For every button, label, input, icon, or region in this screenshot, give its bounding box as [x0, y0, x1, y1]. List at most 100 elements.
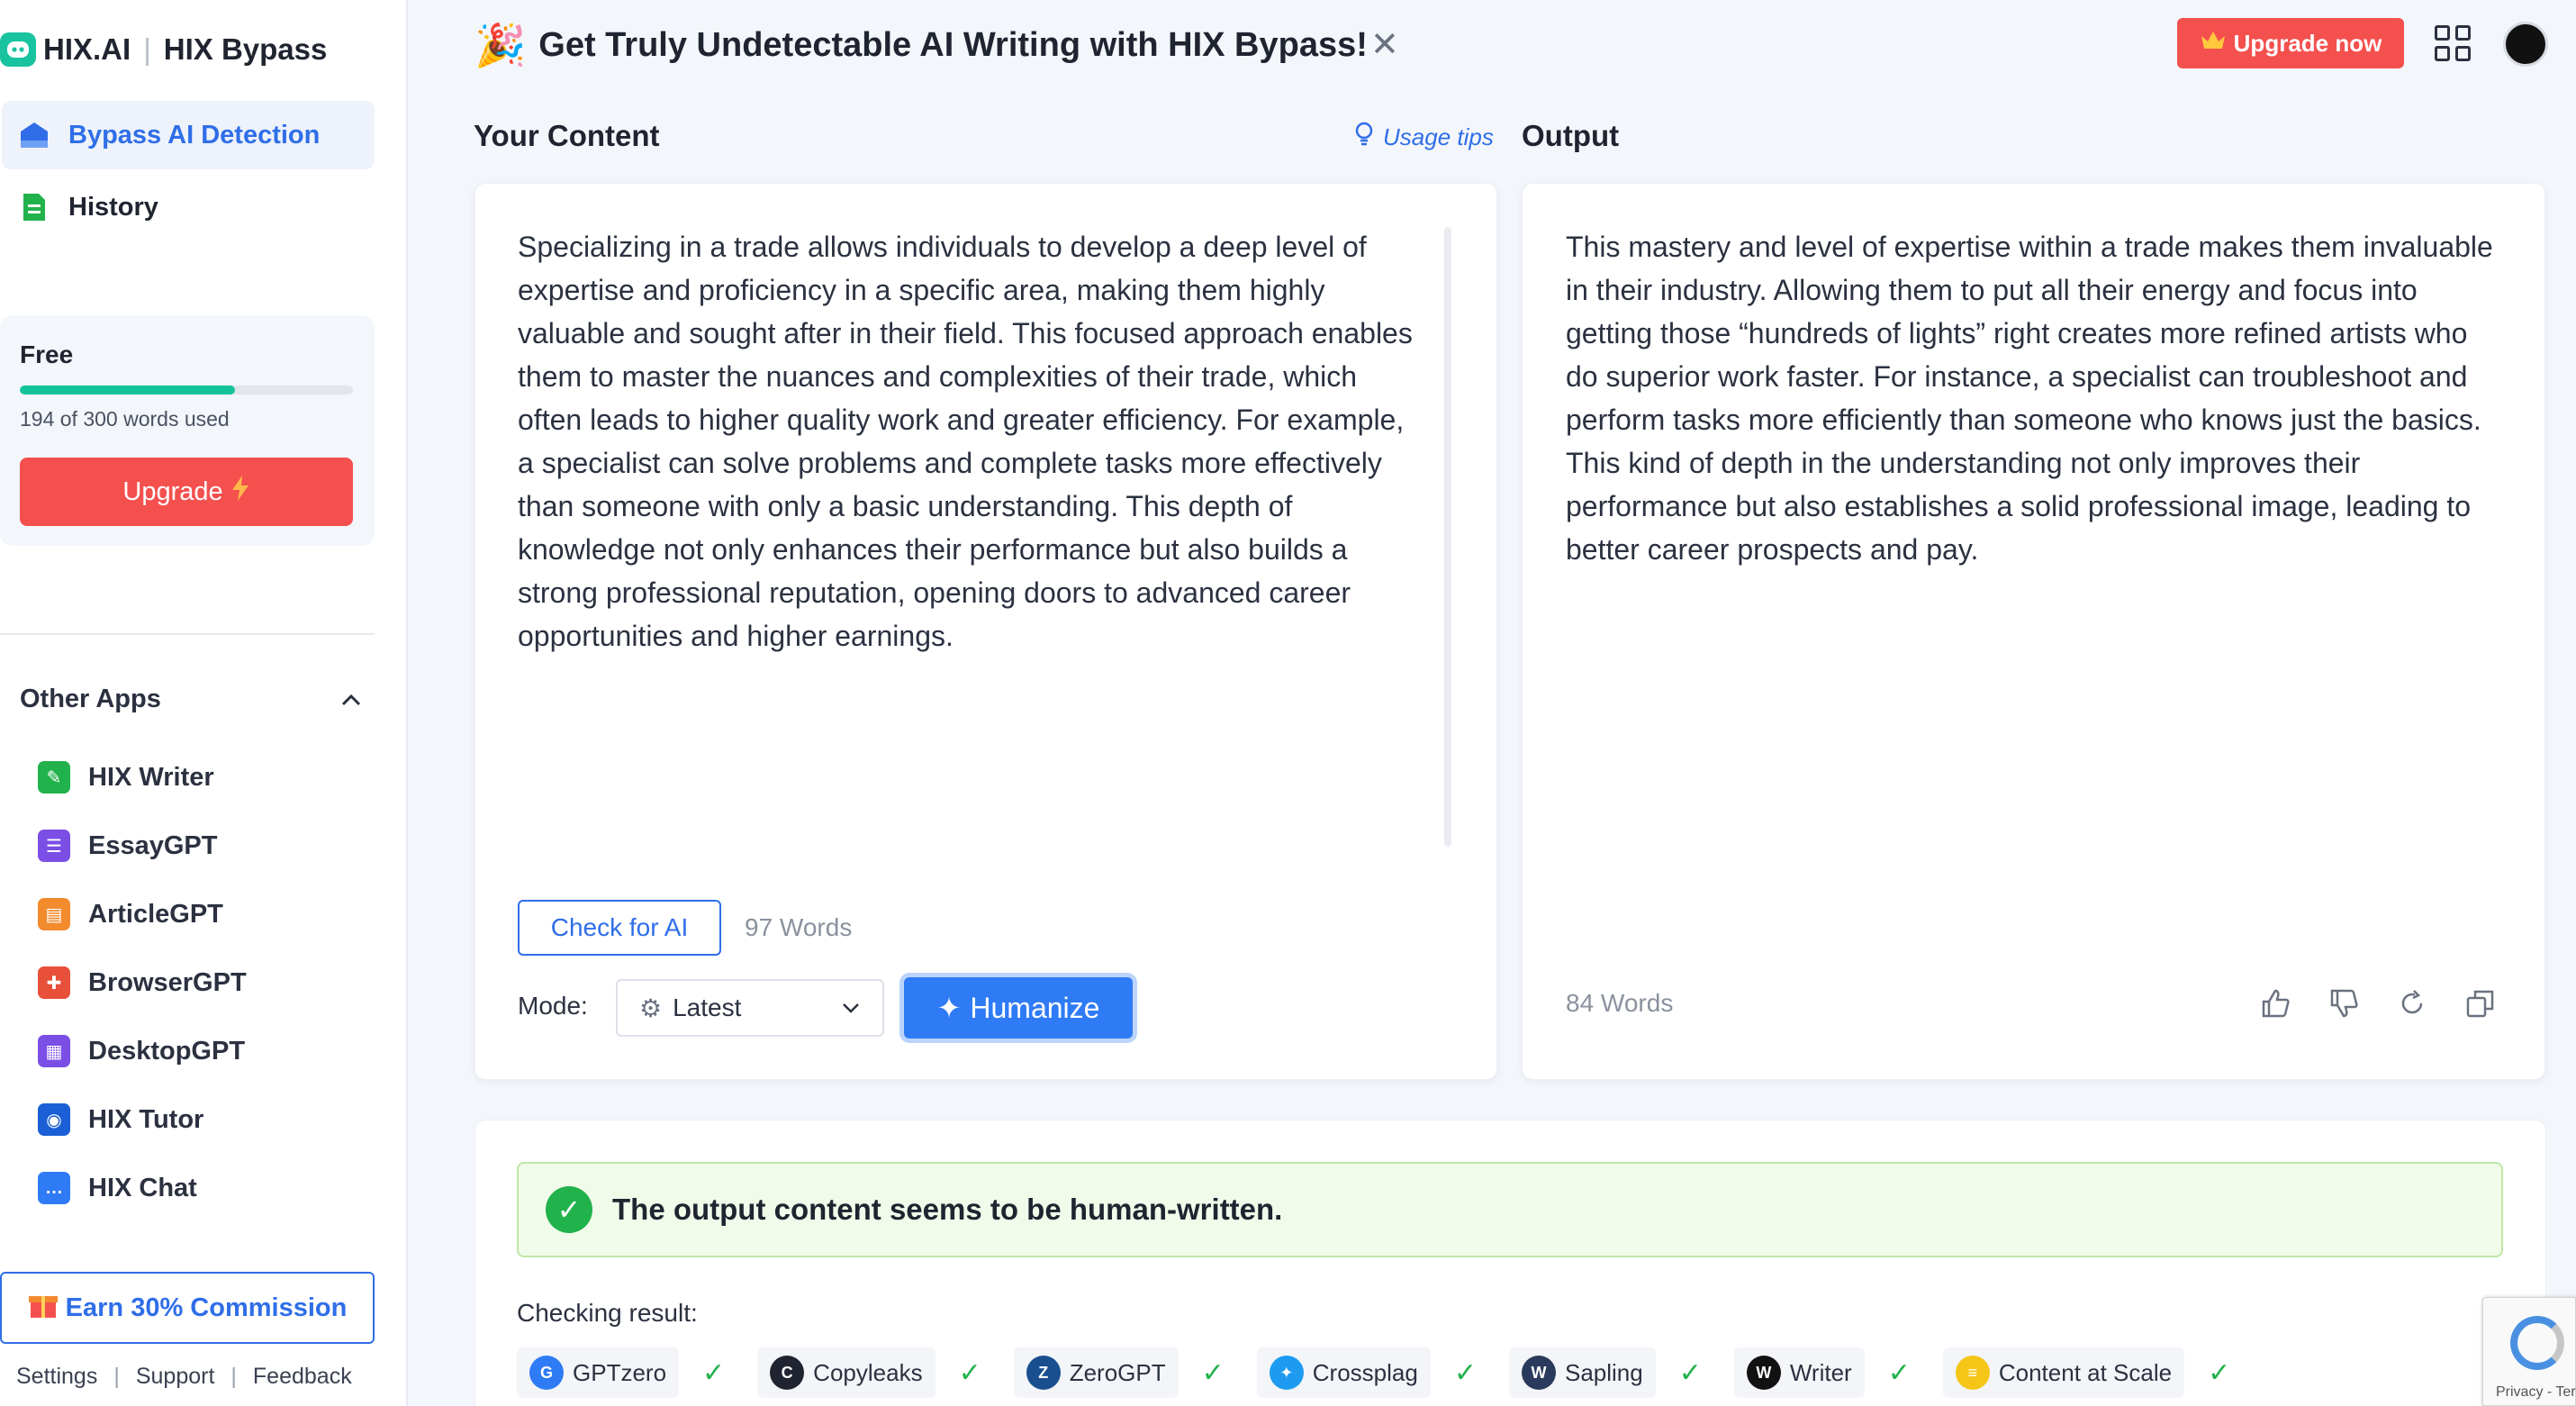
chevron-down-icon [841, 996, 861, 1020]
check-icon: ✓ [1887, 1357, 1911, 1388]
settings-link[interactable]: Settings [16, 1364, 97, 1390]
lightning-icon [230, 475, 250, 509]
detector-logo-icon: ≡ [1955, 1356, 1990, 1390]
avatar[interactable] [2503, 22, 2548, 67]
article-icon: ▤ [38, 898, 70, 930]
check-for-ai-button[interactable]: Check for AI [518, 900, 721, 956]
plan-card: Free 194 of 300 words used Upgrade [0, 315, 375, 546]
output-text: This mastery and level of expertise with… [1566, 231, 2493, 566]
checking-result-label: Checking result: [517, 1299, 698, 1327]
human-written-banner: ✓ The output content seems to be human-w… [517, 1162, 2503, 1257]
detector-gptzero: G GPTzero ✓ [517, 1347, 725, 1398]
banner-text: Get Truly Undetectable AI Writing with H… [538, 25, 1368, 64]
input-textarea[interactable]: Specializing in a trade allows individua… [518, 225, 1427, 658]
detector-logo-icon: C [770, 1356, 805, 1390]
input-scrollbar[interactable] [1444, 227, 1451, 847]
hix-logo-icon [0, 32, 36, 67]
feedback-link[interactable]: Feedback [253, 1364, 352, 1390]
earn-commission-button[interactable]: Earn 30% Commission [0, 1272, 375, 1344]
detector-logo-icon: W [1746, 1356, 1781, 1390]
logo[interactable]: HIX.AI | HIX Bypass [0, 27, 327, 72]
check-icon: ✓ [702, 1357, 726, 1388]
recaptcha-badge[interactable]: Privacy - Ter [2482, 1297, 2576, 1406]
regenerate-icon[interactable] [2396, 987, 2428, 1020]
detector-name: Crossplag [1312, 1358, 1418, 1386]
usage-tips-link[interactable]: Usage tips [1354, 122, 1494, 153]
usage-text: 194 of 300 words used [20, 407, 230, 431]
puzzle-icon: ✚ [38, 966, 70, 999]
mode-select[interactable]: ⚙ Latest [616, 979, 884, 1037]
thumbs-down-icon[interactable] [2327, 987, 2360, 1020]
humanize-button[interactable]: ✦ Humanize [904, 977, 1133, 1039]
detector-chip: ≡ Content at Scale [1942, 1347, 2185, 1398]
detector-chip: W Sapling [1508, 1347, 1656, 1398]
input-title: Your Content [474, 119, 660, 152]
brand-name: HIX.AI [43, 32, 131, 66]
app-item-label: HIX Chat [88, 1173, 197, 1202]
copy-icon[interactable] [2464, 987, 2497, 1020]
detector-logo-icon: G [529, 1356, 564, 1390]
crown-icon [2200, 29, 2227, 59]
close-icon[interactable]: ✕ [1370, 24, 1399, 65]
output-title: Output [1522, 119, 1620, 152]
earn-label: Earn 30% Commission [65, 1293, 348, 1322]
usage-tips-label: Usage tips [1383, 123, 1494, 150]
detector-name: Writer [1789, 1358, 1852, 1386]
mode-value: Latest [673, 993, 742, 1021]
thumbs-up-icon[interactable] [2259, 987, 2291, 1020]
detector-list: G GPTzero ✓ C Copyleaks ✓ Z ZeroGPT ✓ ✦ Crossplag ✓… [517, 1347, 2230, 1398]
detector-name: Copyleaks [813, 1358, 923, 1386]
app-item-label: HIX Tutor [88, 1104, 204, 1134]
detector-name: GPTzero [573, 1358, 667, 1386]
app-item-essaygpt[interactable]: ☰ EssayGPT [38, 823, 217, 868]
promo-banner: 🎉 Get Truly Undetectable AI Writing with… [475, 18, 1368, 72]
check-icon: ✓ [2208, 1357, 2231, 1388]
nav-label: History [68, 192, 158, 222]
usage-progress-bar [20, 386, 353, 395]
upgrade-button[interactable]: Upgrade [20, 458, 353, 526]
check-circle-icon: ✓ [546, 1186, 592, 1233]
upgrade-now-label: Upgrade now [2233, 29, 2382, 57]
support-link[interactable]: Support [136, 1364, 215, 1390]
detector-copyleaks: C Copyleaks ✓ [757, 1347, 981, 1398]
humanize-label: Humanize [970, 991, 1100, 1024]
party-popper-icon: 🎉 [475, 21, 527, 68]
other-apps-title: Other Apps [20, 685, 161, 713]
detector-name: Sapling [1564, 1358, 1643, 1386]
app-item-articlegpt[interactable]: ▤ ArticleGPT [38, 892, 223, 937]
app-item-browsergpt[interactable]: ✚ BrowserGPT [38, 960, 247, 1005]
pen-icon: ✎ [38, 761, 70, 794]
detector-chip: Z ZeroGPT [1013, 1347, 1179, 1398]
other-apps-toggle[interactable]: Other Apps [20, 685, 362, 714]
upgrade-now-button[interactable]: Upgrade now [2177, 18, 2404, 68]
nav-bypass-ai-detection[interactable]: Bypass AI Detection [2, 101, 375, 169]
sidebar-divider [0, 633, 375, 635]
detector-chip: G GPTzero [517, 1347, 680, 1398]
check-icon: ✓ [958, 1357, 981, 1388]
app-item-hix-writer[interactable]: ✎ HIX Writer [38, 755, 214, 800]
app-item-hix-chat[interactable]: … HIX Chat [38, 1166, 197, 1211]
owl-icon: ◉ [38, 1103, 70, 1136]
sparkle-icon: ✦ [936, 992, 962, 1024]
chevron-up-icon [340, 685, 362, 714]
upgrade-label: Upgrade [122, 476, 223, 506]
check-icon: ✓ [1678, 1357, 1702, 1388]
detector-zerogpt: Z ZeroGPT ✓ [1013, 1347, 1225, 1398]
detector-name: ZeroGPT [1069, 1358, 1166, 1386]
detector-logo-icon: ✦ [1269, 1356, 1304, 1390]
desktop-icon: ▦ [38, 1035, 70, 1067]
app-item-hix-tutor[interactable]: ◉ HIX Tutor [38, 1097, 203, 1142]
app-item-label: BrowserGPT [88, 967, 247, 997]
recaptcha-text: Privacy - Ter [2496, 1384, 2576, 1400]
output-actions [2259, 987, 2497, 1020]
apps-grid-icon[interactable] [2435, 25, 2471, 61]
app-item-label: HIX Writer [88, 762, 214, 792]
detector-crossplag: ✦ Crossplag ✓ [1256, 1347, 1477, 1398]
nav-history[interactable]: History [2, 173, 375, 241]
detector-logo-icon: W [1521, 1356, 1556, 1390]
detector-chip: C Copyleaks [757, 1347, 935, 1398]
footer-separator: | [113, 1364, 120, 1389]
app-item-desktopgpt[interactable]: ▦ DesktopGPT [38, 1029, 245, 1074]
brand-separator: | [143, 32, 151, 66]
sidebar: HIX.AI | HIX Bypass Bypass AI Detection … [0, 0, 408, 1406]
